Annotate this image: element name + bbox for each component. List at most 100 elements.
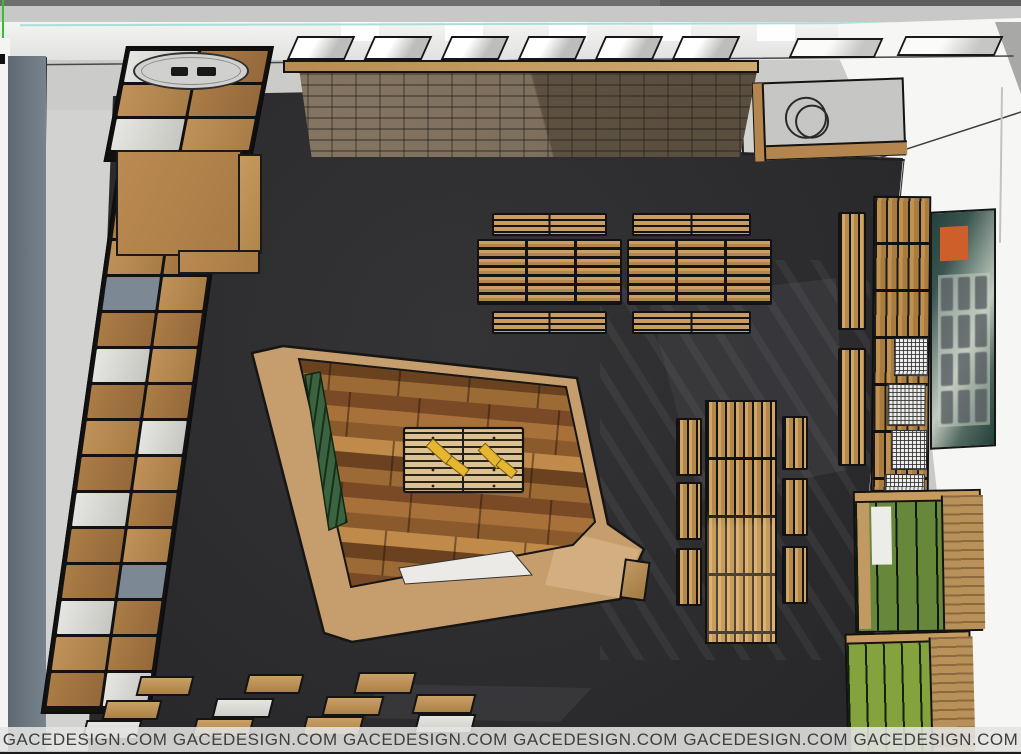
- watermark-text: GACEDESIGN.COM: [853, 730, 1018, 750]
- entry-round-table: [133, 52, 249, 90]
- shelf-cube: [62, 565, 120, 598]
- wall-shelf-column: [871, 196, 932, 492]
- table-object: [171, 67, 188, 76]
- shelf-cube: [144, 385, 192, 418]
- poster-photo: [958, 277, 970, 310]
- locker-white-gap: [871, 506, 892, 564]
- watermark-text: GACEDESIGN.COM: [173, 730, 338, 750]
- watermark-text: GACEDESIGN.COM: [513, 730, 678, 750]
- axis-line-green: [2, 0, 4, 38]
- poster-photo: [975, 276, 987, 309]
- reading-table: [627, 239, 772, 305]
- shelf-cube: [118, 565, 166, 598]
- poster-photo: [941, 353, 953, 386]
- locker-tan-column: [857, 503, 871, 629]
- skylight-panel: [672, 36, 741, 60]
- shelf-cube: [138, 421, 186, 454]
- bench: [782, 478, 808, 536]
- poster-photo: [975, 313, 987, 346]
- left-wall-band: [8, 56, 46, 754]
- reading-table-group: [477, 210, 773, 336]
- bench: [676, 482, 702, 540]
- shelf-cube: [149, 349, 197, 382]
- shelf-cube: [181, 119, 255, 150]
- watermark-text: GACEDESIGN.COM: [3, 730, 168, 750]
- wall-poster: [930, 208, 996, 449]
- locker-wood-side: [941, 495, 985, 630]
- side-bench: [838, 348, 866, 466]
- poster-photo-grid: [938, 273, 990, 428]
- basket-grid: [894, 338, 928, 376]
- table-object: [197, 67, 216, 76]
- slatted-wood-screen: [283, 60, 759, 157]
- shelf-cube: [102, 277, 160, 310]
- skylight-panel-wide: [897, 36, 1004, 56]
- skylight-panel: [287, 36, 356, 60]
- poster-photo: [941, 315, 953, 348]
- shelf-cube: [97, 313, 155, 346]
- display-bin: [412, 694, 477, 714]
- display-bin: [244, 674, 305, 694]
- watermark-text: GACEDESIGN.COM: [683, 730, 848, 750]
- upper-wall-strip: [0, 6, 1021, 22]
- counter-circle: [794, 104, 829, 139]
- basket-grid: [887, 384, 925, 426]
- scene-root: GACEDESIGN.COM GACEDESIGN.COM GACEDESIGN…: [0, 0, 1021, 754]
- poster-photo: [941, 278, 953, 311]
- bench: [632, 213, 751, 236]
- service-desk-side-panel: [238, 154, 262, 254]
- poster-photo: [958, 314, 970, 347]
- poster-logo: [940, 226, 968, 261]
- service-desk-extension: [178, 250, 260, 274]
- display-bin: [353, 672, 416, 694]
- skylight-panel: [364, 36, 433, 60]
- shelf-cube: [67, 529, 125, 562]
- basket-grid: [891, 430, 927, 470]
- skylight-panel: [595, 36, 664, 60]
- poster-photo: [975, 389, 987, 422]
- shelf-cube: [92, 349, 150, 382]
- poster-photo: [958, 390, 970, 423]
- shelf-cube: [113, 601, 161, 634]
- green-locker-shelf: [853, 489, 983, 633]
- shelf-cube: [72, 493, 130, 526]
- side-box: [619, 558, 650, 601]
- skylight-panel: [518, 36, 587, 60]
- screen-lattice-body: [283, 73, 759, 157]
- shelf-cube: [82, 421, 140, 454]
- watermark-strip: GACEDESIGN.COM GACEDESIGN.COM GACEDESIGN…: [0, 727, 1021, 752]
- long-table: [705, 400, 777, 644]
- skylight-panel: [441, 36, 510, 60]
- bench: [632, 311, 751, 334]
- shelf-cube: [111, 119, 185, 150]
- shelf-cube: [77, 457, 135, 490]
- side-bench: [838, 212, 866, 330]
- skylight-panel-wide: [789, 38, 884, 58]
- bench: [492, 311, 607, 334]
- watermark-text: GACEDESIGN.COM: [343, 730, 508, 750]
- shelf-cube: [57, 601, 115, 634]
- display-bin: [102, 700, 163, 720]
- poster-photo: [975, 351, 987, 384]
- bench: [492, 213, 607, 236]
- shelf-cube: [154, 313, 202, 346]
- shelf-cube: [159, 277, 207, 310]
- poster-photo: [941, 391, 953, 424]
- reading-table: [477, 239, 622, 305]
- shelf-cube: [123, 529, 171, 562]
- shelf-cube: [87, 385, 145, 418]
- display-bin: [212, 698, 275, 718]
- bench: [676, 418, 702, 476]
- service-desk: [116, 150, 242, 256]
- poster-photo: [958, 352, 970, 385]
- cashier-counter: [752, 77, 907, 160]
- shelf-cube: [133, 457, 181, 490]
- shelf-cube: [128, 493, 176, 526]
- bench: [782, 416, 808, 470]
- screen-top-beam: [283, 60, 759, 73]
- display-bin: [136, 676, 195, 696]
- bench: [676, 548, 702, 606]
- bench: [782, 546, 808, 604]
- axis-tick-mark: [0, 54, 5, 64]
- display-bin: [322, 696, 385, 716]
